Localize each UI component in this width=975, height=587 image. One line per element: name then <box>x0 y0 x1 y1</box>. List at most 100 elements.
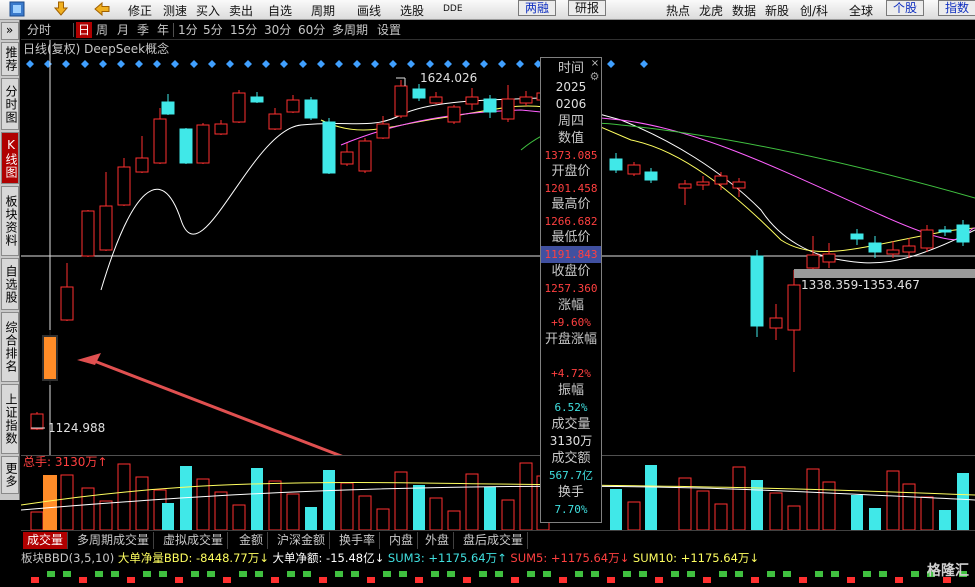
toolbar-watchlist[interactable]: 自选 <box>268 2 292 19</box>
signal-diamond <box>208 60 216 68</box>
signal-diamond <box>516 60 524 68</box>
candle-body <box>394 85 408 117</box>
tab-amount[interactable]: 金额 <box>235 532 269 549</box>
signal-diamond <box>498 60 506 68</box>
toolbar-speedtest[interactable]: 测速 <box>163 2 187 19</box>
tab-month[interactable]: 月 <box>115 22 131 38</box>
candle-body <box>30 413 44 430</box>
signal-diamond <box>317 60 325 68</box>
tab-outer[interactable]: 外盘 <box>421 532 455 549</box>
kline-chart[interactable]: 日线(复权) DeepSeek概念 1624.026 1124.988 1338… <box>21 40 975 455</box>
tab-15min[interactable]: 15分 <box>228 22 259 38</box>
tab-1min[interactable]: 1分 <box>176 22 200 38</box>
arrow-down-icon[interactable] <box>52 0 72 18</box>
tab-inner[interactable]: 内盘 <box>385 532 419 549</box>
bbd-bar <box>879 571 887 577</box>
volume-chart: 总手: 3130万↑ <box>21 455 975 530</box>
tab-30min[interactable]: 30分 <box>262 22 293 38</box>
sidebar-item-timeshare[interactable]: 分时图 <box>1 78 19 130</box>
info-low-label: 最低价 <box>551 230 591 245</box>
toolbar-global[interactable]: 全球 <box>849 2 873 19</box>
toolbar-stock[interactable]: 个股 <box>886 0 925 16</box>
tab-turnover[interactable]: 换手率 <box>335 532 381 549</box>
sidebar-item-ranking[interactable]: 综合排名 <box>1 312 19 382</box>
tab-5min[interactable]: 5分 <box>201 22 225 38</box>
signal-diamond <box>353 60 361 68</box>
candle-body <box>750 255 764 327</box>
volume-bar <box>627 501 641 530</box>
indicator-tab-bar: 成交量 多周期成交量 虚拟成交量 金额 沪深金额 换手率 内盘 外盘 盘后成交量 <box>21 530 975 549</box>
toolbar-drawline[interactable]: 画线 <box>357 2 381 19</box>
signal-diamond <box>426 60 434 68</box>
toolbar-sell[interactable]: 卖出 <box>229 2 253 19</box>
toolbar-buy[interactable]: 买入 <box>196 2 220 19</box>
app-logo-icon[interactable] <box>8 0 28 18</box>
signal-diamond <box>99 60 107 68</box>
bbd-bar <box>175 577 183 583</box>
candle-body <box>412 88 426 99</box>
bbd-bar <box>783 571 791 577</box>
volume-bar <box>376 508 390 530</box>
candle-body <box>214 123 228 135</box>
left-sidebar: » 推荐 分时图 K线图 板块资料 自选股 综合排名 上证指数 更多 <box>0 20 20 500</box>
tab-week[interactable]: 周 <box>94 22 110 38</box>
tab-year[interactable]: 年 <box>155 22 171 38</box>
tab-virtual-volume[interactable]: 虚拟成交量 <box>159 532 229 549</box>
bbd-bar <box>319 577 327 583</box>
info-value: 1373.085 <box>544 149 598 162</box>
info-open-label: 开盘价 <box>551 164 591 179</box>
sidebar-collapse-icon[interactable]: » <box>1 22 19 40</box>
tab-after-hours[interactable]: 盘后成交量 <box>459 532 529 549</box>
sidebar-item-sector-info[interactable]: 板块资料 <box>1 186 19 256</box>
toolbar-hotspot[interactable]: 热点 <box>666 2 690 19</box>
signal-diamond <box>135 60 143 68</box>
toolbar-dde[interactable]: DDE <box>443 4 463 14</box>
toolbar-data[interactable]: 数据 <box>732 2 756 19</box>
toolbar-margin[interactable]: 两融 <box>518 0 557 16</box>
tab-multi-period[interactable]: 多周期 <box>330 22 370 38</box>
bbd-bar <box>351 571 359 577</box>
volume-bar <box>413 485 425 530</box>
toolbar-index[interactable]: 指数 <box>938 0 975 16</box>
candle-body <box>501 98 515 120</box>
sidebar-item-more[interactable]: 更多 <box>1 456 19 494</box>
arrow-left-icon[interactable] <box>93 0 113 18</box>
sidebar-item-sh-index[interactable]: 上证指数 <box>1 384 19 454</box>
volume-bar <box>806 468 820 530</box>
toolbar-star-market[interactable]: 创/科 <box>800 2 828 19</box>
tab-quarter[interactable]: 季 <box>135 22 151 38</box>
bbd-bar <box>591 571 599 577</box>
bbd-bar <box>47 571 55 577</box>
tab-day[interactable]: 日 <box>76 22 93 38</box>
tab-settings[interactable]: 设置 <box>375 22 403 38</box>
bbd-big-net: 大单净量BBD: -8448.77万↓ <box>117 551 269 565</box>
tab-shsz-amount[interactable]: 沪深金额 <box>273 532 331 549</box>
volume-bar <box>957 473 969 530</box>
toolbar-newstock[interactable]: 新股 <box>765 2 789 19</box>
tab-volume[interactable]: 成交量 <box>23 532 69 549</box>
candle-body <box>196 124 210 164</box>
toolbar-research[interactable]: 研报 <box>568 0 607 16</box>
volume-bar <box>60 474 74 530</box>
signal-diamond <box>26 60 34 68</box>
candle-body <box>358 140 372 172</box>
bbd-legend: 板块BBD(3,5,10) 大单净量BBD: -8448.77万↓ 大单净额: … <box>21 549 759 567</box>
sidebar-item-watchlist[interactable]: 自选股 <box>1 258 19 310</box>
bbd-bar <box>511 577 519 583</box>
candle-body <box>769 317 783 329</box>
tab-60min[interactable]: 60分 <box>296 22 327 38</box>
tab-timeshare[interactable]: 分时 <box>25 22 53 38</box>
toolbar-dragontiger[interactable]: 龙虎 <box>699 2 723 19</box>
toolbar-fix[interactable]: 修正 <box>128 2 152 19</box>
bbd-bar <box>207 571 215 577</box>
bbd-sum3: SUM3: +1175.64万↑ <box>387 551 507 565</box>
info-change: +9.60% <box>551 316 591 329</box>
tab-multi-volume[interactable]: 多周期成交量 <box>73 532 155 549</box>
candlesticks <box>30 80 970 430</box>
sidebar-item-recommend[interactable]: 推荐 <box>1 42 19 76</box>
range-label: 1338.359-1353.467 <box>801 278 920 292</box>
signal-diamond <box>640 60 648 68</box>
toolbar-screener[interactable]: 选股 <box>400 2 424 19</box>
toolbar-period[interactable]: 周期 <box>311 2 335 19</box>
sidebar-item-kline[interactable]: K线图 <box>1 132 19 184</box>
